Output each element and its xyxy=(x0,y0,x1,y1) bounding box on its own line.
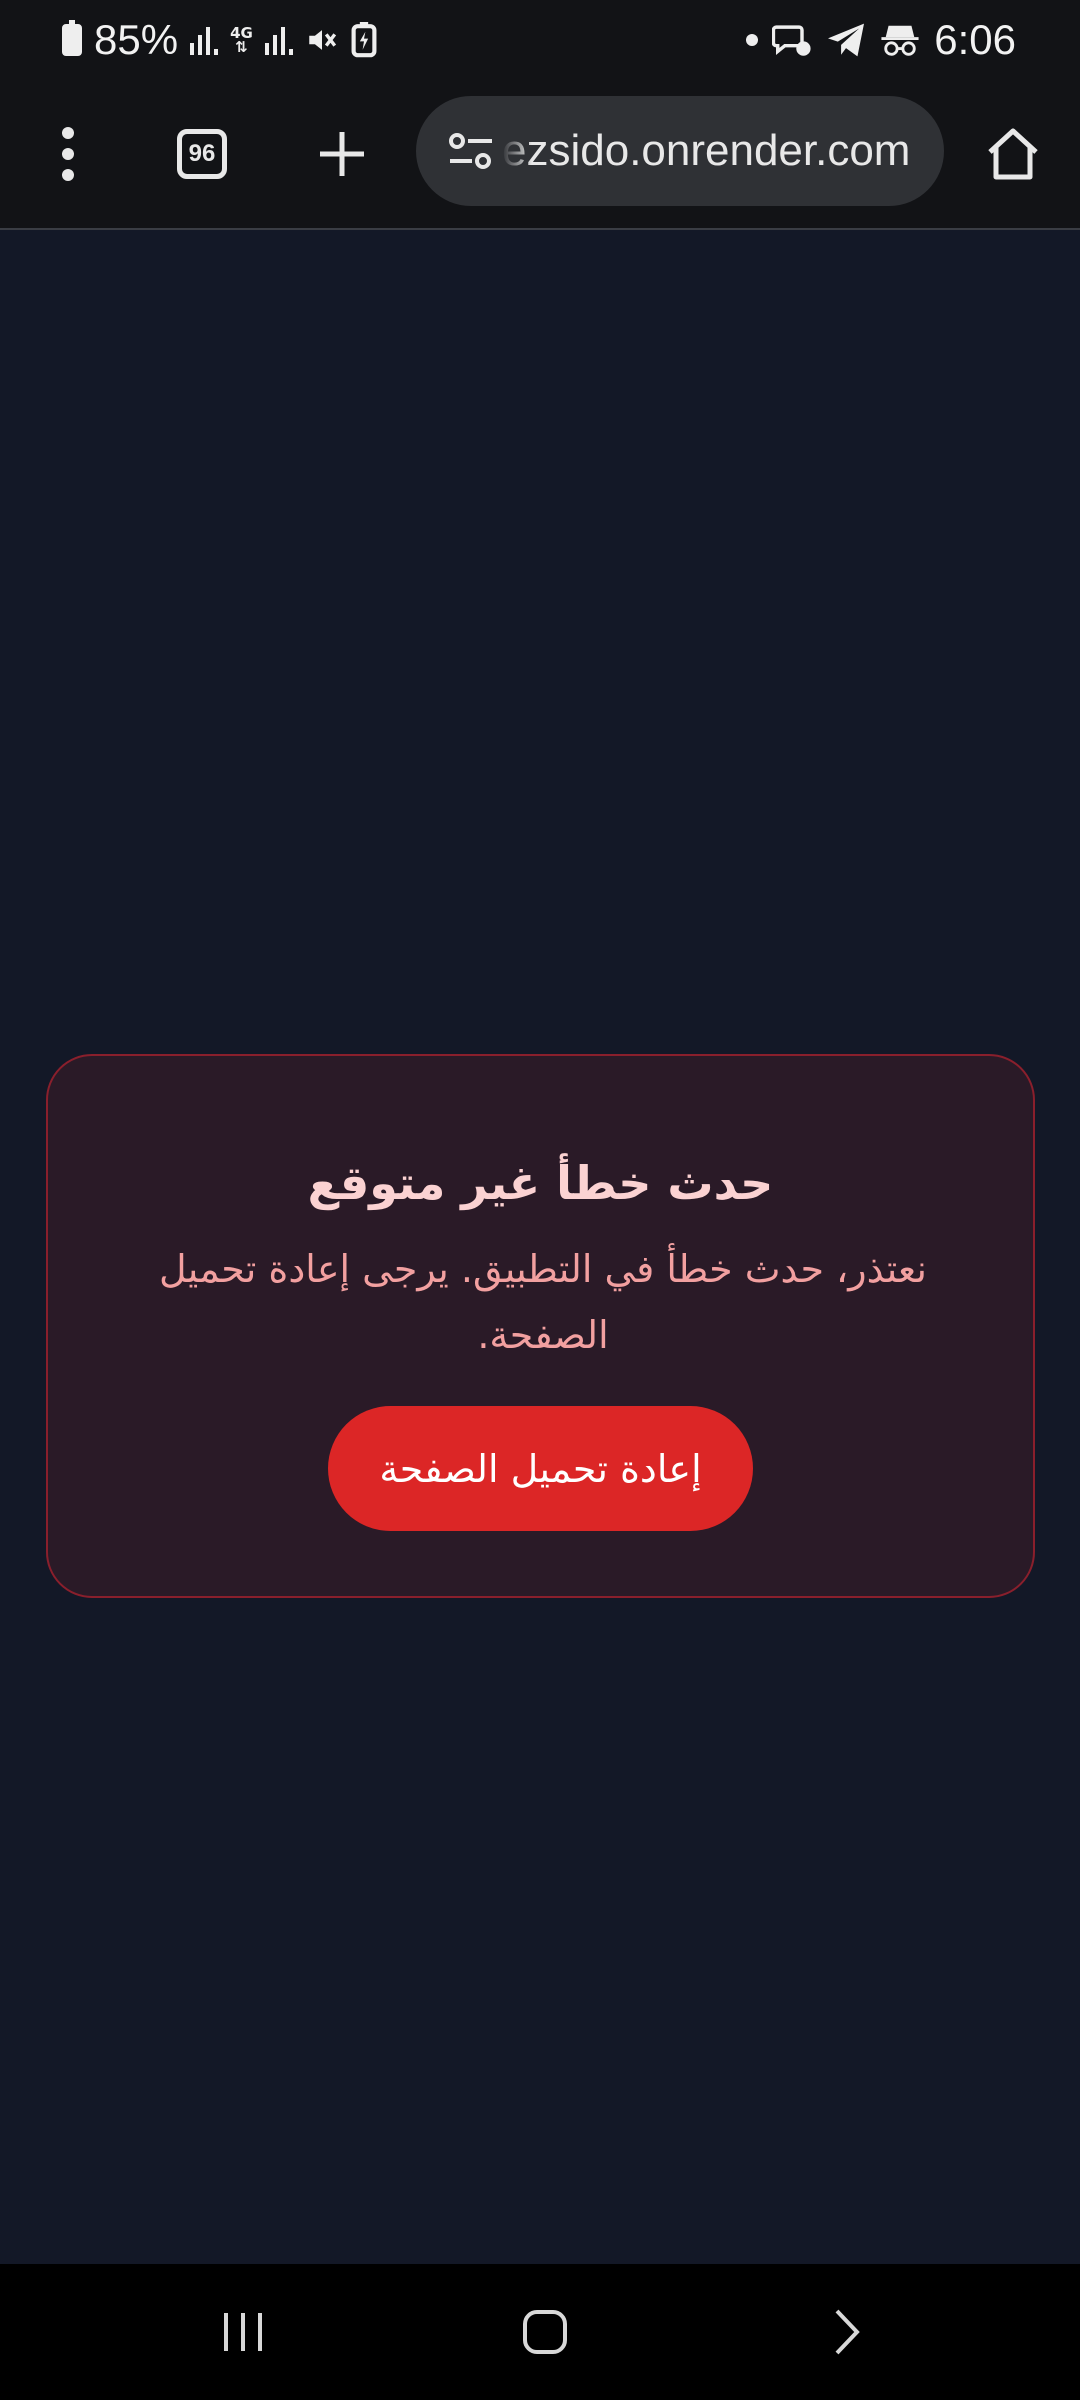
system-navigation-bar xyxy=(0,2264,1080,2400)
notification-dot-icon xyxy=(746,34,759,46)
back-button[interactable] xyxy=(802,2292,892,2372)
status-bar: 85% 4G ⇅ 6:06 xyxy=(0,0,1080,80)
incognito-icon xyxy=(881,25,919,56)
recent-apps-button[interactable] xyxy=(198,2292,288,2372)
battery-icon xyxy=(62,20,82,56)
mobile-data-icon: 4G ⇅ xyxy=(230,26,253,56)
error-title: حدث خطأ غير متوقع xyxy=(307,1156,774,1210)
reload-page-button[interactable]: إعادة تحميل الصفحة xyxy=(328,1406,753,1531)
chat-icon xyxy=(772,25,811,56)
battery-saver-icon xyxy=(351,22,377,58)
telegram-icon xyxy=(828,23,865,57)
clock: 6:06 xyxy=(934,16,1016,63)
status-left: 85% 4G ⇅ xyxy=(62,10,377,70)
error-message: نعتذر، حدث خطأ في التطبيق. يرجى إعادة تح… xyxy=(159,1247,927,1357)
battery-percent: 85% xyxy=(94,16,179,63)
new-tab-button[interactable] xyxy=(306,118,378,190)
home-button[interactable] xyxy=(977,118,1049,190)
more-menu-icon xyxy=(62,127,74,181)
data-arrows-icon: ⇅ xyxy=(235,38,248,56)
address-bar[interactable]: ezsido.onrender.com xyxy=(416,96,944,206)
home-nav-button[interactable] xyxy=(500,2292,590,2372)
recent-apps-icon xyxy=(224,2313,262,2351)
signal-icon-2 xyxy=(264,25,293,55)
home-nav-icon xyxy=(523,2310,567,2354)
home-icon xyxy=(988,128,1038,180)
status-right: 6:06 xyxy=(746,10,1016,70)
mute-icon xyxy=(309,30,336,50)
new-tab-icon xyxy=(320,132,364,176)
url-text[interactable]: ezsido.onrender.com xyxy=(502,126,910,176)
more-menu-button[interactable] xyxy=(32,118,104,190)
tab-switcher-button[interactable]: 96 xyxy=(166,118,238,190)
signal-icon xyxy=(190,25,219,55)
error-card: حدث خطأ غير متوقع نعتذر، حدث خطأ في التط… xyxy=(46,1054,1035,1598)
site-settings-icon[interactable] xyxy=(436,116,506,186)
tab-switcher-icon: 96 xyxy=(177,129,227,179)
browser-toolbar: 96 ezsido.onrender.com xyxy=(0,80,1080,230)
back-icon xyxy=(835,2309,860,2355)
